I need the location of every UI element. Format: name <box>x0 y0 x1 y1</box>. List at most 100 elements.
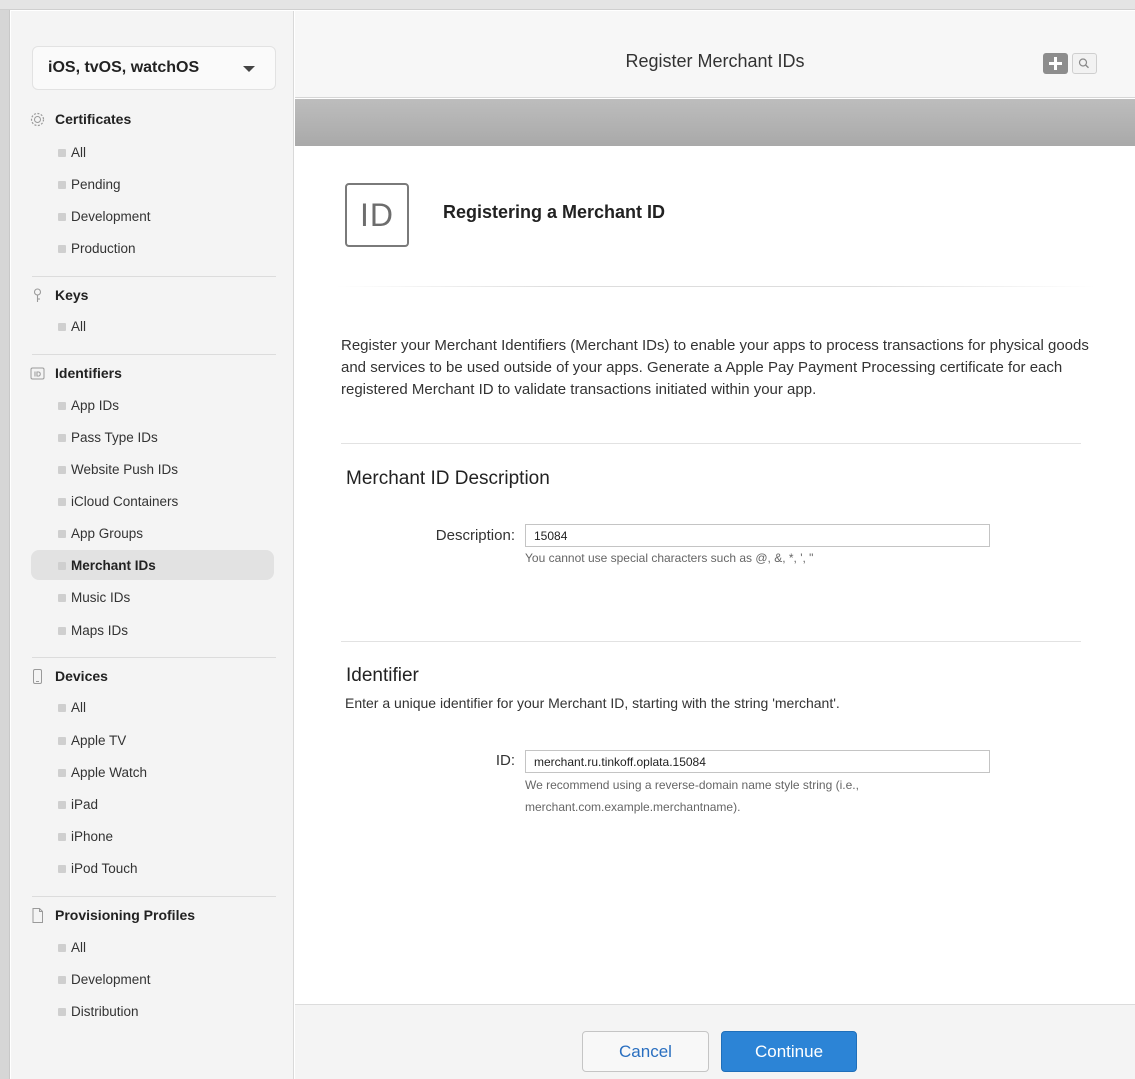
description-section-title: Merchant ID Description <box>346 468 550 489</box>
document-icon <box>30 907 45 923</box>
sidebar: iOS, tvOS, watchOS Certificates All Pend… <box>11 11 294 1079</box>
sidebar-item-keys-all[interactable]: All <box>31 311 274 341</box>
divider <box>341 443 1081 444</box>
bullet-icon <box>58 213 66 221</box>
key-icon <box>30 287 45 303</box>
sidebar-item-profiles-all[interactable]: All <box>31 932 274 962</box>
group-certificates-title: Certificates <box>55 111 132 127</box>
identifier-field[interactable] <box>525 750 990 773</box>
sidebar-item-profiles-distribution[interactable]: Distribution <box>31 996 274 1026</box>
bullet-icon <box>58 498 66 506</box>
divider <box>32 896 276 897</box>
footer-bar: Cancel Continue <box>295 1004 1135 1079</box>
search-button[interactable] <box>1072 53 1097 74</box>
sidebar-item-label: Website Push IDs <box>71 461 179 477</box>
sidebar-item-label: Maps IDs <box>71 622 129 638</box>
sidebar-item-certificates-all[interactable]: All <box>31 137 274 167</box>
id-icon: ID <box>30 366 45 381</box>
bullet-icon <box>58 562 66 570</box>
sidebar-item-icloud-containers[interactable]: iCloud Containers <box>31 486 274 516</box>
identifier-section-title: Identifier <box>346 665 419 686</box>
divider <box>32 276 276 277</box>
bullet-icon <box>58 976 66 984</box>
sidebar-item-ipad[interactable]: iPad <box>31 789 274 819</box>
group-devices-title: Devices <box>55 668 108 684</box>
identifier-hint-line2: merchant.com.example.merchantname). <box>525 800 741 814</box>
sidebar-item-label: All <box>71 939 87 955</box>
sidebar-item-label: Development <box>71 208 151 224</box>
sidebar-item-label: Production <box>71 240 136 256</box>
cancel-button[interactable]: Cancel <box>582 1031 709 1072</box>
section-heading: Registering a Merchant ID <box>443 202 666 222</box>
sidebar-item-label: Development <box>71 971 151 987</box>
bullet-icon <box>58 1008 66 1016</box>
sidebar-item-certificates-development[interactable]: Development <box>31 201 274 231</box>
bullet-icon <box>58 323 66 331</box>
group-provisioning-profiles-title: Provisioning Profiles <box>55 907 196 923</box>
bullet-icon <box>58 245 66 253</box>
sidebar-item-devices-all[interactable]: All <box>31 692 274 722</box>
group-keys: Keys <box>30 287 88 303</box>
sidebar-item-label: App IDs <box>71 397 120 413</box>
sidebar-item-label: Apple TV <box>71 732 127 748</box>
certificate-icon <box>30 112 45 127</box>
bullet-icon <box>58 801 66 809</box>
sidebar-item-label: All <box>71 699 87 715</box>
bullet-icon <box>58 865 66 873</box>
sidebar-item-label: iPod Touch <box>71 860 138 876</box>
sidebar-item-label: Apple Watch <box>71 764 148 780</box>
sidebar-item-profiles-development[interactable]: Development <box>31 964 274 994</box>
search-icon <box>1078 58 1089 69</box>
sidebar-item-iphone[interactable]: iPhone <box>31 821 274 851</box>
identifier-hint-line1: We recommend using a reverse-domain name… <box>525 778 859 792</box>
sidebar-item-apple-watch[interactable]: Apple Watch <box>31 757 274 787</box>
sidebar-item-label: Music IDs <box>71 589 131 605</box>
bullet-icon <box>58 149 66 157</box>
sidebar-item-ipod-touch[interactable]: iPod Touch <box>31 853 274 883</box>
group-provisioning-profiles: Provisioning Profiles <box>30 907 195 923</box>
page-title: Register Merchant IDs <box>625 51 805 71</box>
sidebar-item-label: Distribution <box>71 1003 139 1019</box>
divider <box>341 641 1081 642</box>
badge-text: ID <box>360 196 394 233</box>
main-content: ID Registering a Merchant ID Register yo… <box>295 146 1135 1004</box>
sidebar-item-label: Pending <box>71 176 121 192</box>
sidebar-item-app-groups[interactable]: App Groups <box>31 518 274 548</box>
merchant-id-badge-icon: ID <box>345 183 409 247</box>
continue-button[interactable]: Continue <box>721 1031 857 1072</box>
bullet-icon <box>58 594 66 602</box>
add-button[interactable] <box>1043 53 1068 74</box>
sidebar-item-maps-ids[interactable]: Maps IDs <box>31 615 274 645</box>
sidebar-item-label: iPad <box>71 796 99 812</box>
group-identifiers-title: Identifiers <box>55 365 122 381</box>
sidebar-item-label: All <box>71 318 87 334</box>
identifier-instruction: Enter a unique identifier for your Merch… <box>345 695 840 711</box>
bullet-icon <box>58 402 66 410</box>
bullet-icon <box>58 944 66 952</box>
sidebar-item-label: iPhone <box>71 828 114 844</box>
sidebar-item-label: App Groups <box>71 525 144 541</box>
group-devices: Devices <box>30 668 108 684</box>
sidebar-item-pass-type-ids[interactable]: Pass Type IDs <box>31 422 274 452</box>
sidebar-item-music-ids[interactable]: Music IDs <box>31 582 274 612</box>
sidebar-item-app-ids[interactable]: App IDs <box>31 390 274 420</box>
bullet-icon <box>58 737 66 745</box>
group-certificates: Certificates <box>30 111 131 127</box>
svg-text:ID: ID <box>34 371 41 378</box>
sidebar-item-merchant-ids[interactable]: Merchant IDs <box>31 550 274 580</box>
bullet-icon <box>58 704 66 712</box>
sidebar-item-certificates-production[interactable]: Production <box>31 233 274 263</box>
bullet-icon <box>58 530 66 538</box>
toolbar-strip <box>295 99 1135 146</box>
bullet-icon <box>58 627 66 635</box>
description-hint: You cannot use special characters such a… <box>525 551 814 565</box>
bullet-icon <box>58 833 66 841</box>
sidebar-item-certificates-pending[interactable]: Pending <box>31 169 274 199</box>
sidebar-item-label: Merchant IDs <box>71 557 156 573</box>
sidebar-item-label: Pass Type IDs <box>71 429 158 445</box>
sidebar-item-apple-tv[interactable]: Apple TV <box>31 725 274 755</box>
chevron-down-icon <box>243 66 255 72</box>
platform-dropdown[interactable]: iOS, tvOS, watchOS <box>32 46 276 90</box>
sidebar-item-website-push-ids[interactable]: Website Push IDs <box>31 454 274 484</box>
description-field[interactable] <box>525 524 990 547</box>
